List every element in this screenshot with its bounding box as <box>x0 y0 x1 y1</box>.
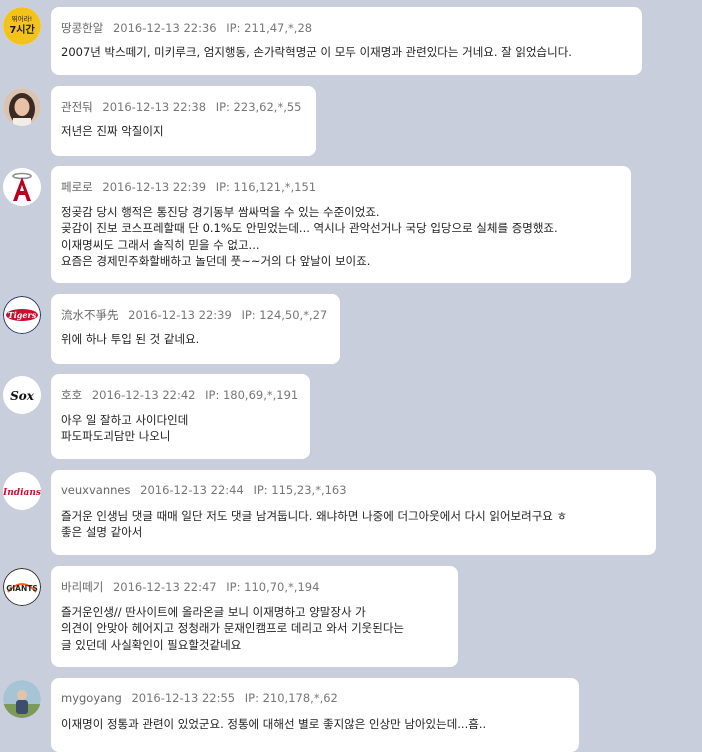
comment-ip: IP: 180,69,*,191 <box>205 388 299 402</box>
avatar[interactable]: Sox <box>3 376 41 414</box>
svg-text:Sox: Sox <box>10 389 35 403</box>
comment-datetime: 2016-12-13 22:39 <box>102 180 207 194</box>
comment-line: 파도파도괴담만 나오니 <box>61 429 171 444</box>
comment-line: 이재명이 정통과 관련이 있었군요. 정통에 대해선 별로 좋지않은 인상만 남… <box>61 717 487 731</box>
comment-body: 2007년 박스떼기, 미키루크, 엄지행동, 손가락혁명군 이 모두 이재명과… <box>61 44 572 60</box>
woman-photo-icon <box>3 88 41 126</box>
comment-line: 글 있던데 사실확인이 필요할것같네요 <box>61 637 242 652</box>
svg-text:7시간: 7시간 <box>9 23 35 36</box>
comment-line: 즐거운인생// 딴사이트에 올라온글 보니 이재명하고 양말장사 가 <box>61 605 366 619</box>
avatar[interactable] <box>3 680 41 718</box>
comment-ip: IP: 211,47,*,28 <box>226 21 313 35</box>
avatar[interactable] <box>3 168 41 206</box>
comment-nick[interactable]: veuxvannes <box>61 483 130 497</box>
comment-bubble: 호호 2016-12-13 22:42 IP: 180,69,*,191 아우 … <box>51 374 310 459</box>
comment-datetime: 2016-12-13 22:55 <box>131 691 236 705</box>
tigers-logo-icon: Tigers <box>3 296 41 334</box>
comment-meta: 페로로 2016-12-13 22:39 IP: 116,121,*,151 <box>61 179 322 195</box>
comment-nick[interactable]: 페로로 <box>61 180 93 194</box>
comment-line: 이재명씨도 그래서 솔직히 믿을 수 없고... <box>61 237 260 252</box>
comment-ip: IP: 115,23,*,163 <box>253 483 347 497</box>
comment-line: 정곶감 당시 행적은 통진당 경기동부 쌈싸먹을 수 있는 수준이었죠. <box>61 205 380 219</box>
comment-datetime: 2016-12-13 22:38 <box>102 100 207 114</box>
comment-ip: IP: 210,178,*,62 <box>244 691 338 705</box>
comment-line: 좋은 설명 같아서 <box>61 525 143 540</box>
comment-line: 즐거운 인생님 댓글 때매 일단 저도 댓글 남겨둡니다. 왜냐하면 나중에 더… <box>61 509 568 523</box>
comment-meta: 流水不爭先 2016-12-13 22:39 IP: 124,50,*,27 <box>61 307 333 323</box>
avatar[interactable]: Tigers <box>3 296 41 334</box>
comment-line: 위에 하나 투입 된 것 같네요. <box>61 332 200 346</box>
comment-meta: 바리떼기 2016-12-13 22:47 IP: 110,70,*,194 <box>61 579 325 595</box>
comment-bubble: 페로로 2016-12-13 22:39 IP: 116,121,*,151 정… <box>51 166 631 283</box>
comment-line: 곶감이 진보 코스프레할때 단 0.1%도 안믿었는데... 역시나 관악선거나… <box>61 221 558 236</box>
avatar[interactable] <box>3 88 41 126</box>
comment-nick[interactable]: mygoyang <box>61 691 122 705</box>
avatar[interactable]: GIANTS <box>3 568 41 606</box>
comment-bubble: 바리떼기 2016-12-13 22:47 IP: 110,70,*,194 즐… <box>51 566 458 667</box>
comment-bubble: 관전둬 2016-12-13 22:38 IP: 223,62,*,55 저년은… <box>51 86 316 156</box>
comment-meta: mygoyang 2016-12-13 22:55 IP: 210,178,*,… <box>61 691 344 705</box>
comment-ip: IP: 110,70,*,194 <box>226 580 320 594</box>
comment-line: 2007년 박스떼기, 미키루크, 엄지행동, 손가락혁명군 이 모두 이재명과… <box>61 45 572 59</box>
comment-ip: IP: 223,62,*,55 <box>215 100 302 114</box>
comment-datetime: 2016-12-13 22:42 <box>91 388 196 402</box>
comment-bubble: mygoyang 2016-12-13 22:55 IP: 210,178,*,… <box>51 678 579 752</box>
comment-nick[interactable]: 관전둬 <box>61 100 93 114</box>
svg-text:뛰어라!: 뛰어라! <box>12 14 33 23</box>
comment-nick[interactable]: 바리떼기 <box>61 580 103 594</box>
comment-body: 아우 일 잘하고 사이다인데 파도파도괴담만 나오니 <box>61 412 188 445</box>
comment-line: 의견이 안맞아 헤어지고 정청래가 문재인캠프로 데리고 와서 기웃된다는 <box>61 621 404 636</box>
comment-datetime: 2016-12-13 22:39 <box>128 308 232 322</box>
person-photo-icon <box>3 680 41 718</box>
comment-bubble: 땅콩한알 2016-12-13 22:36 IP: 211,47,*,28 20… <box>51 7 642 75</box>
comment-body: 즐거운 인생님 댓글 때매 일단 저도 댓글 남겨둡니다. 왜냐하면 나중에 더… <box>61 508 567 541</box>
giants-logo-icon: GIANTS <box>3 568 41 606</box>
angels-logo-icon <box>3 168 41 206</box>
comment-bubble: 流水不爭先 2016-12-13 22:39 IP: 124,50,*,27 위… <box>51 294 340 364</box>
svg-text:GIANTS: GIANTS <box>6 584 38 593</box>
comment-nick[interactable]: 流水不爭先 <box>61 308 119 322</box>
svg-text:Indians: Indians <box>3 488 41 498</box>
indians-logo-icon: Indians <box>3 472 41 510</box>
comment-body: 즐거운인생// 딴사이트에 올라온글 보니 이재명하고 양말장사 가 의견이 안… <box>61 604 404 653</box>
comment-datetime: 2016-12-13 22:44 <box>140 483 244 497</box>
comment-bubble: veuxvannes 2016-12-13 22:44 IP: 115,23,*… <box>51 470 656 555</box>
svg-text:Tigers: Tigers <box>8 310 37 320</box>
comment-ip: IP: 116,121,*,151 <box>215 180 317 194</box>
comment-nick[interactable]: 호호 <box>61 388 82 402</box>
comment-meta: 땅콩한알 2016-12-13 22:36 IP: 211,47,*,28 <box>61 20 318 36</box>
comment-datetime: 2016-12-13 22:36 <box>112 21 217 35</box>
comment-body: 위에 하나 투입 된 것 같네요. <box>61 331 199 347</box>
comment-nick[interactable]: 땅콩한알 <box>61 21 103 35</box>
comment-body: 이재명이 정통과 관련이 있었군요. 정통에 대해선 별로 좋지않은 인상만 남… <box>61 716 486 732</box>
comment-line: 요즘은 경제민주화할배하고 놀던데 풋~~거의 다 앞날이 보이죠. <box>61 254 371 269</box>
comment-body: 저년은 진짜 악질이지 <box>61 123 164 139</box>
comment-meta: 호호 2016-12-13 22:42 IP: 180,69,*,191 <box>61 387 304 403</box>
comment-ip: IP: 124,50,*,27 <box>241 308 328 322</box>
comment-meta: veuxvannes 2016-12-13 22:44 IP: 115,23,*… <box>61 483 353 497</box>
badge-7hours-icon: 뛰어라! 7시간 <box>3 7 41 45</box>
comment-line: 저년은 진짜 악질이지 <box>61 124 164 138</box>
avatar[interactable]: 뛰어라! 7시간 <box>3 7 41 45</box>
comment-line: 아우 일 잘하고 사이다인데 <box>61 413 189 427</box>
white-sox-logo-icon: Sox <box>3 376 41 414</box>
comment-meta: 관전둬 2016-12-13 22:38 IP: 223,62,*,55 <box>61 99 308 115</box>
comment-body: 정곶감 당시 행적은 통진당 경기동부 쌈싸먹을 수 있는 수준이었죠. 곶감이… <box>61 204 558 270</box>
avatar[interactable]: Indians <box>3 472 41 510</box>
comment-datetime: 2016-12-13 22:47 <box>112 580 217 594</box>
